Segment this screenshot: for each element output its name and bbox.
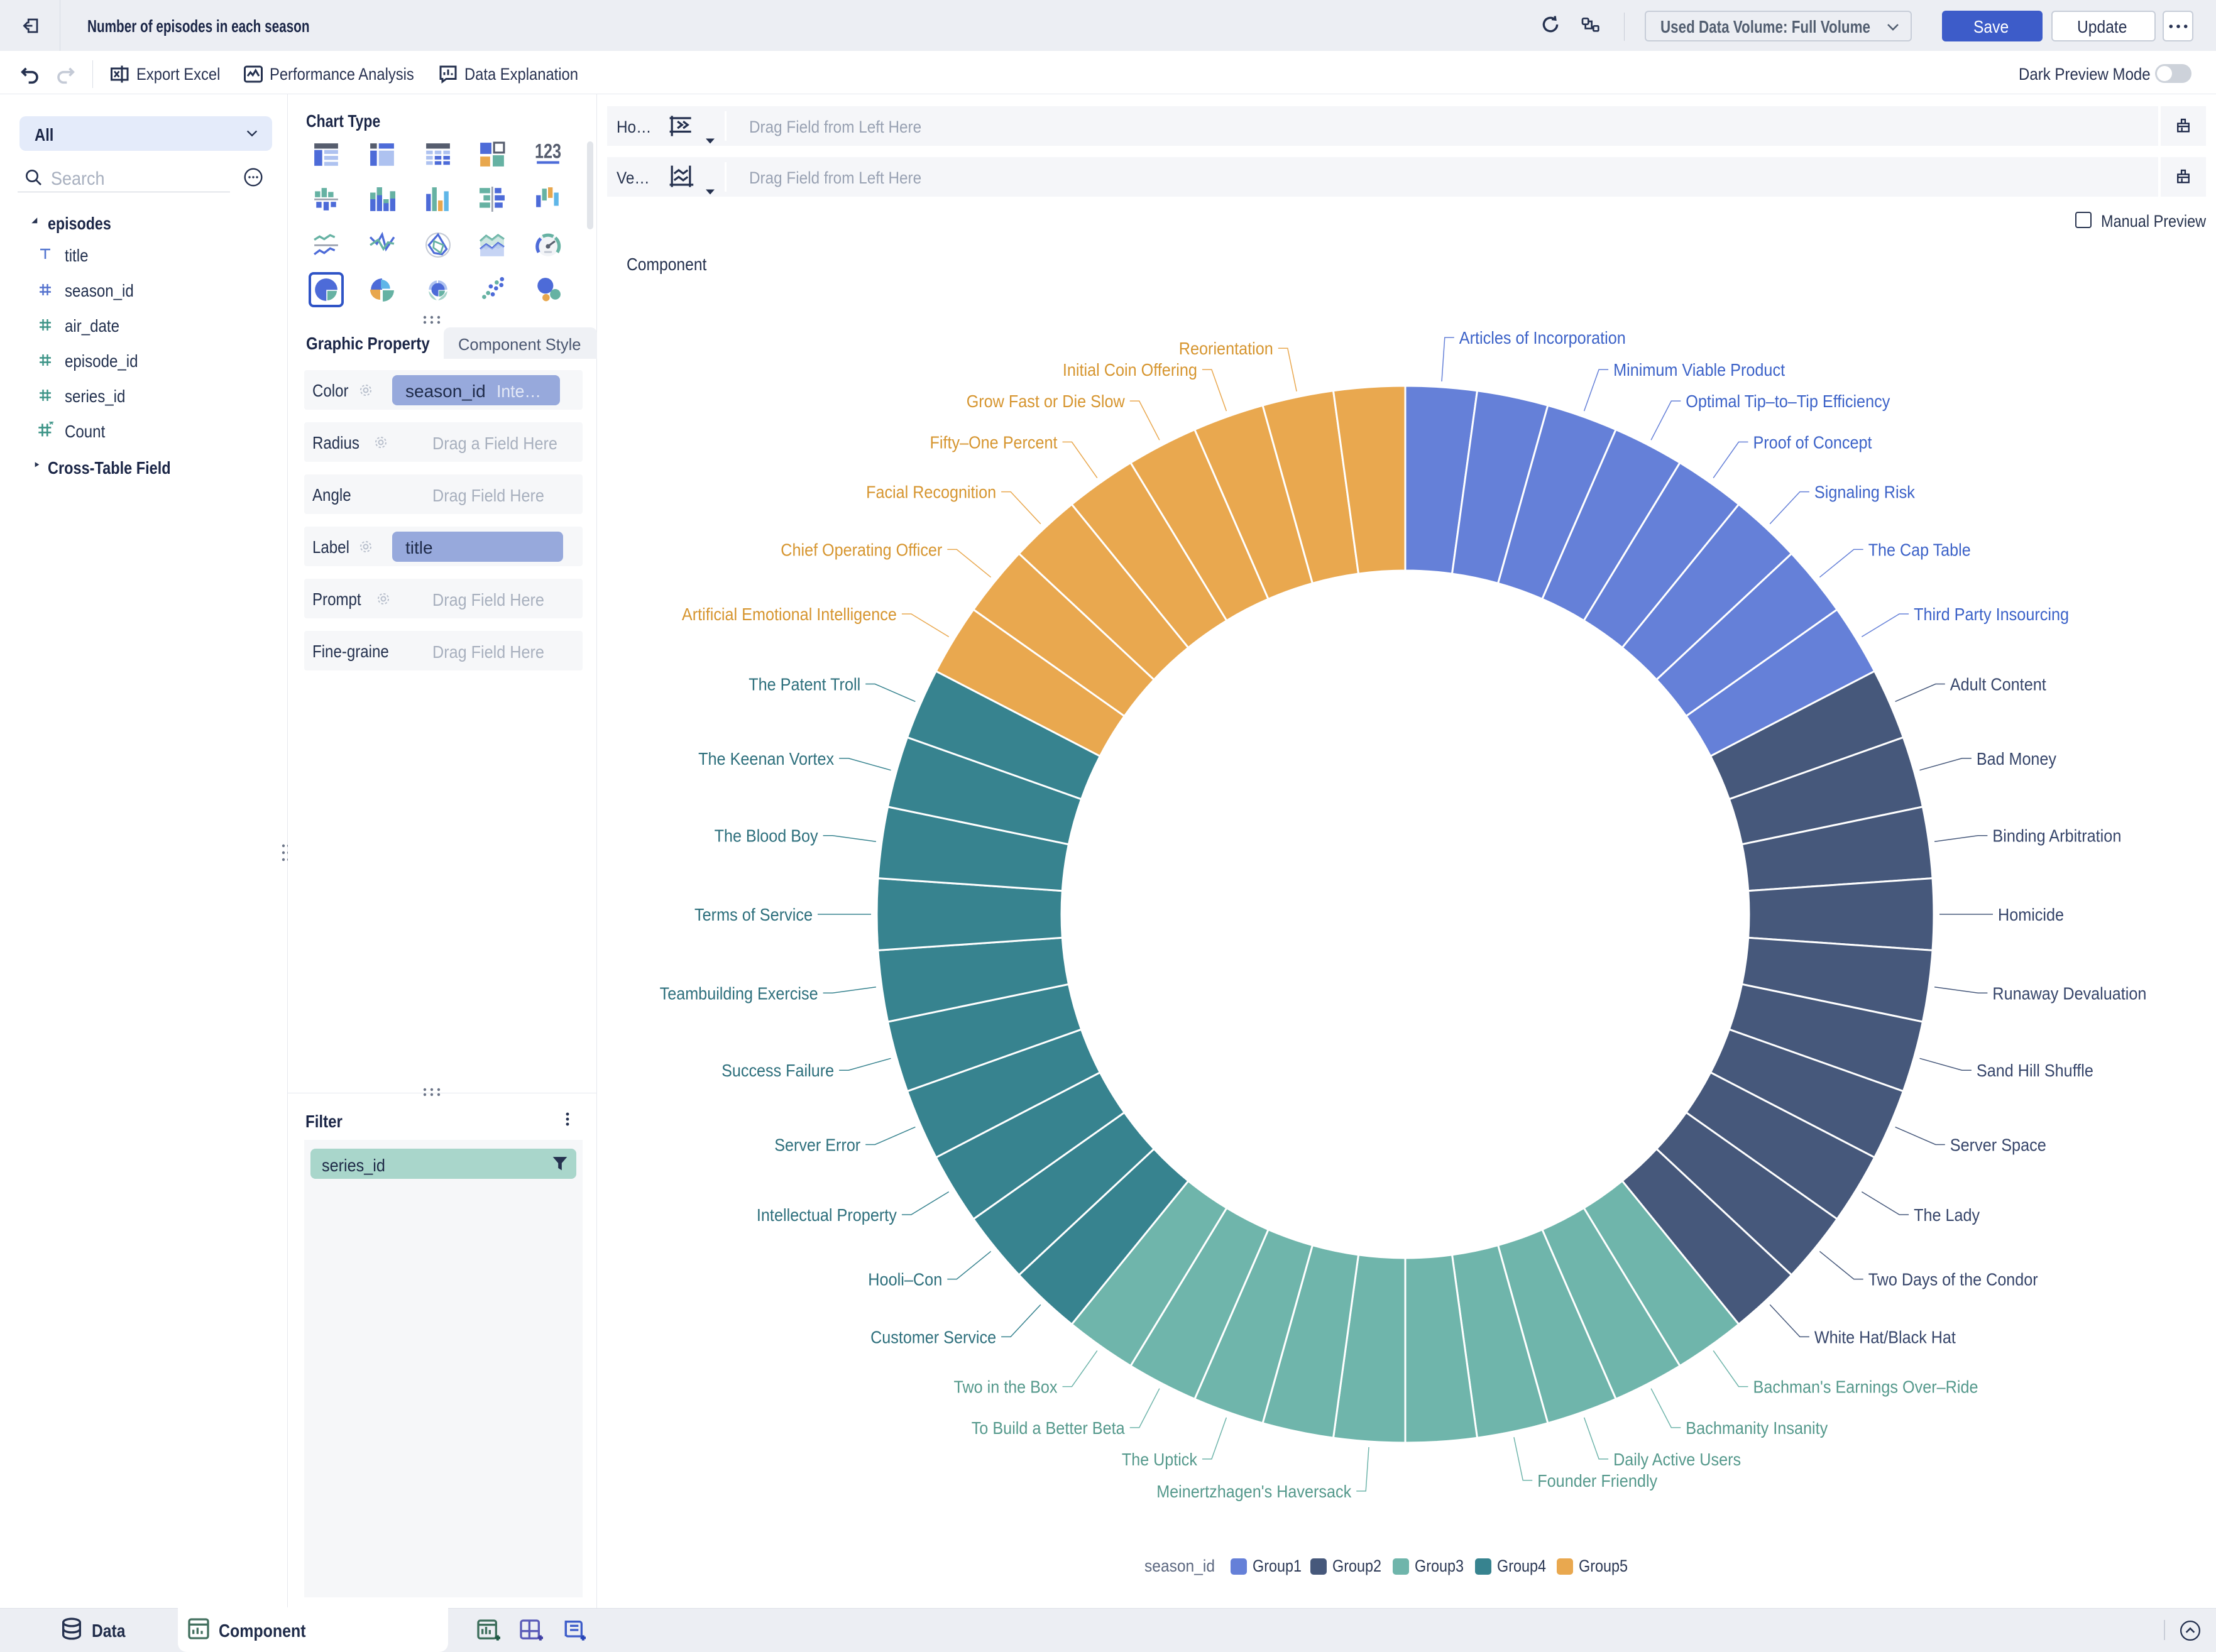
- svg-text:Group5: Group5: [1579, 1556, 1628, 1575]
- svg-text:Minimum Viable Product: Minimum Viable Product: [1613, 360, 1785, 380]
- svg-text:Intellectual Property: Intellectual Property: [757, 1205, 897, 1225]
- svg-text:Server Space: Server Space: [1950, 1135, 2046, 1155]
- svg-text:Initial Coin Offering: Initial Coin Offering: [1063, 360, 1197, 380]
- svg-text:*: *: [49, 422, 54, 432]
- svg-text:Grow Fast or Die Slow: Grow Fast or Die Slow: [967, 391, 1126, 411]
- svg-text:Reorientation: Reorientation: [1179, 339, 1273, 358]
- svg-text:season_id: season_id: [1144, 1556, 1215, 1575]
- svg-text:The Keenan Vortex: The Keenan Vortex: [698, 749, 834, 769]
- svg-text:Runaway Devaluation: Runaway Devaluation: [1992, 983, 2146, 1003]
- svg-text:The Cap Table: The Cap Table: [1868, 540, 1971, 559]
- svg-text:Hooli–Con: Hooli–Con: [868, 1270, 942, 1289]
- svg-text:Third Party Insourcing: Third Party Insourcing: [1914, 604, 2069, 624]
- svg-text:The Patent Troll: The Patent Troll: [749, 675, 860, 694]
- svg-text:To Build a Better Beta: To Build a Better Beta: [972, 1418, 1125, 1438]
- svg-text:Facial Recognition: Facial Recognition: [866, 483, 996, 502]
- svg-text:Two in the Box: Two in the Box: [954, 1377, 1058, 1397]
- svg-text:Signaling Risk: Signaling Risk: [1814, 483, 1916, 502]
- svg-text:Meinertzhagen's Haversack: Meinertzhagen's Haversack: [1156, 1482, 1352, 1501]
- svg-text:123: 123: [535, 141, 561, 162]
- svg-text:Success Failure: Success Failure: [721, 1061, 834, 1080]
- svg-text:The Blood Boy: The Blood Boy: [715, 826, 818, 846]
- svg-text:Optimal Tip–to–Tip Efficiency: Optimal Tip–to–Tip Efficiency: [1686, 391, 1890, 411]
- svg-text:Bad Money: Bad Money: [1977, 749, 2056, 769]
- svg-text:Adult Content: Adult Content: [1950, 675, 2046, 694]
- svg-text:Artificial Emotional Intellige: Artificial Emotional Intelligence: [682, 604, 897, 624]
- svg-text:Two Days of the Condor: Two Days of the Condor: [1868, 1270, 2038, 1289]
- svg-text:Chief Operating Officer: Chief Operating Officer: [781, 540, 942, 559]
- svg-text:Customer Service: Customer Service: [870, 1327, 996, 1347]
- svg-text:Group1: Group1: [1253, 1556, 1302, 1575]
- svg-text:Group3: Group3: [1415, 1556, 1464, 1575]
- svg-text:Teambuilding Exercise: Teambuilding Exercise: [660, 983, 818, 1003]
- svg-text:Binding Arbitration: Binding Arbitration: [1992, 826, 2121, 846]
- svg-text:Bachmanity Insanity: Bachmanity Insanity: [1686, 1418, 1828, 1438]
- svg-text:White Hat/Black Hat: White Hat/Black Hat: [1814, 1327, 1956, 1347]
- svg-text:Proof of Concept: Proof of Concept: [1753, 432, 1872, 452]
- svg-text:The Uptick: The Uptick: [1122, 1450, 1198, 1469]
- svg-text:Group4: Group4: [1497, 1556, 1546, 1575]
- svg-text:Articles of Incorporation: Articles of Incorporation: [1459, 328, 1626, 347]
- svg-text:Daily Active Users: Daily Active Users: [1613, 1450, 1741, 1469]
- svg-text:Homicide: Homicide: [1998, 905, 2064, 924]
- svg-text:Bachman's Earnings Over–Ride: Bachman's Earnings Over–Ride: [1753, 1377, 1978, 1397]
- svg-text:Group2: Group2: [1332, 1556, 1381, 1575]
- svg-text:Founder Friendly: Founder Friendly: [1537, 1471, 1657, 1491]
- svg-text:Sand Hill Shuffle: Sand Hill Shuffle: [1977, 1061, 2093, 1080]
- svg-text:Terms of Service: Terms of Service: [694, 905, 813, 924]
- svg-text:Server Error: Server Error: [774, 1135, 860, 1155]
- svg-text:The Lady: The Lady: [1914, 1205, 1980, 1225]
- svg-text:Fifty–One Percent: Fifty–One Percent: [930, 432, 1058, 452]
